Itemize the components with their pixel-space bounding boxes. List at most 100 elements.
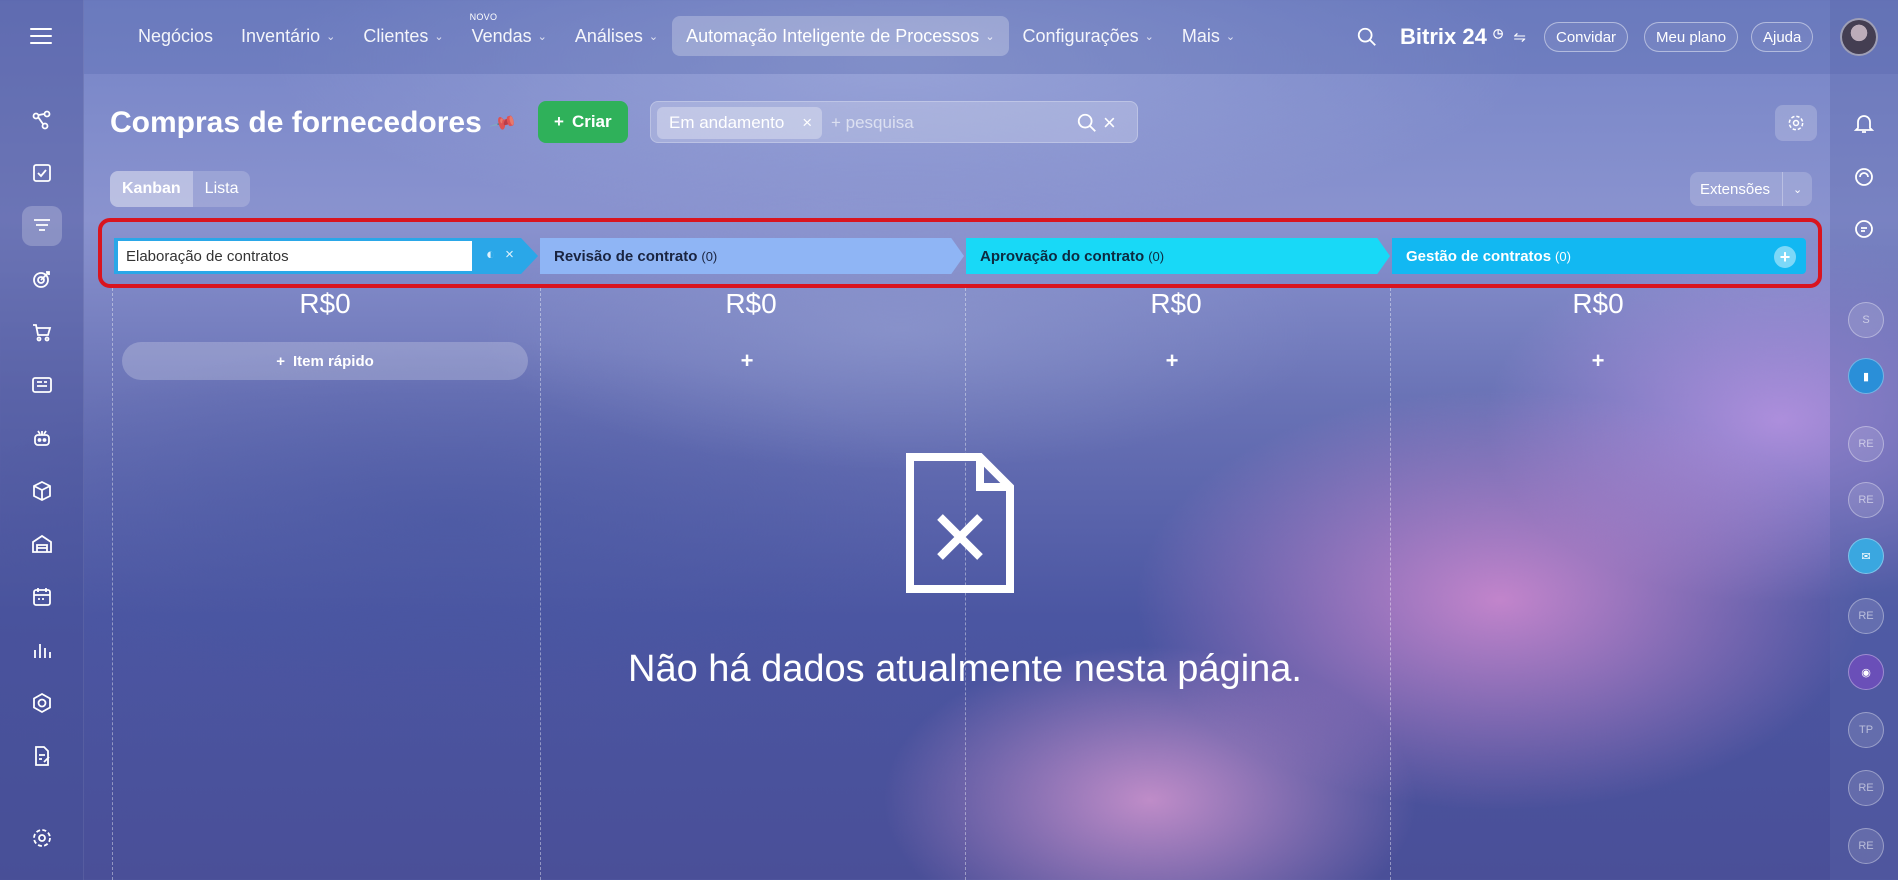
nav-mais[interactable]: Mais ⌄ [1168, 16, 1249, 56]
stage-elaboracao[interactable]: ◐ × [114, 238, 538, 274]
my-plan-button[interactable]: Meu plano [1644, 22, 1739, 52]
clock-icon: ◷ [1492, 26, 1504, 40]
quick-item-label: Item rápido [292, 352, 374, 370]
main-nav: Negócios Inventário ⌄ Clientes ⌄ NOVO Venda… [124, 12, 1249, 56]
chevron-down-icon: ⌄ [537, 30, 547, 43]
add-stage-button[interactable]: + [1774, 246, 1796, 268]
contact-avatar[interactable]: RE [1848, 598, 1884, 634]
column-divider [540, 288, 541, 880]
contact-avatar[interactable]: RE [1848, 770, 1884, 806]
page-title-text: Compras de fornecedores [110, 106, 482, 139]
stage-aprovacao[interactable]: Aprovação do contrato (0) [966, 238, 1390, 274]
color-picker-icon[interactable]: ◐ [486, 246, 495, 263]
nav-configuracoes[interactable]: Configurações ⌄ [1009, 16, 1168, 56]
add-item-plus[interactable]: + [737, 348, 757, 374]
add-item-plus[interactable]: + [1588, 348, 1608, 374]
bell-icon[interactable] [1847, 106, 1881, 140]
chevron-down-icon: ⌄ [648, 30, 659, 43]
stage-edit-actions: ◐ × [486, 246, 514, 263]
gear-icon [1788, 115, 1804, 131]
brand-name: Bitrix 24 [1400, 24, 1487, 49]
help-button[interactable]: Ajuda [1751, 22, 1814, 52]
search-icon[interactable] [1356, 26, 1378, 48]
tune-icon[interactable]: ⇋ [1513, 28, 1526, 46]
add-item-plus[interactable]: + [1162, 348, 1182, 374]
gear-icon[interactable] [22, 818, 62, 858]
stage-name-input[interactable] [118, 241, 472, 271]
tab-list[interactable]: Lista [193, 171, 251, 207]
filter-chip[interactable]: Em andamento × [657, 107, 823, 139]
contact-avatar[interactable]: RE [1848, 426, 1884, 462]
chevron-down-icon: ⌄ [326, 30, 336, 43]
stage-gestao[interactable]: Gestão de contratos (0) + [1392, 238, 1806, 274]
column-sum: R$0 [299, 288, 351, 319]
copilot-icon[interactable] [1847, 160, 1881, 194]
stage-revisao[interactable]: Revisão de contrato (0) [540, 238, 964, 274]
create-button[interactable]: + Criar [538, 101, 628, 143]
nav-label: Vendas [471, 25, 532, 46]
filter-search-box[interactable]: Em andamento × × [650, 101, 1138, 143]
contact-avatar[interactable]: RE [1848, 828, 1884, 864]
nav-clientes[interactable]: Clientes ⌄ [349, 16, 457, 56]
plus-icon: + [554, 112, 564, 131]
stage-count: (0) [1555, 248, 1571, 264]
plus-icon: + [276, 352, 285, 370]
chat-bubble-icon[interactable]: ✉ [1848, 538, 1884, 574]
right-sidebar: S ▮ RE RE ✉ RE ◉ TP RE RE [1830, 0, 1898, 880]
news-icon[interactable] [22, 365, 62, 405]
nav-label: Automação Inteligente de Processos [686, 25, 980, 46]
settings-button[interactable] [1775, 105, 1817, 141]
warehouse-icon[interactable] [22, 524, 62, 564]
search-icon[interactable] [1076, 112, 1098, 134]
calendar-icon[interactable] [22, 577, 62, 617]
empty-state-message: Não há dados atualmente nesta página. [628, 648, 1302, 690]
chevron-down-icon[interactable]: ⌄ [1782, 172, 1812, 206]
stage-name: Gestão de contratos [1406, 247, 1552, 265]
nav-inventario[interactable]: Inventário ⌄ [227, 16, 349, 56]
page-title: Compras de fornecedores 📌 [110, 106, 518, 140]
view-switcher: Kanban Lista [110, 171, 251, 207]
chevron-down-icon: ⌄ [1225, 30, 1236, 43]
target-icon[interactable] [22, 259, 62, 299]
nav-vendas[interactable]: NOVO Vendas ⌄ [458, 12, 561, 56]
menu-burger-icon[interactable] [30, 28, 52, 44]
nav-automacao[interactable]: Automação Inteligente de Processos ⌄ [672, 16, 1009, 56]
close-icon[interactable]: × [505, 246, 514, 263]
chat-search-icon[interactable] [1847, 212, 1881, 246]
box-icon[interactable] [22, 471, 62, 511]
search-input[interactable] [831, 108, 1041, 138]
robot-icon[interactable] [22, 418, 62, 458]
extensions-button[interactable]: Extensões ⌄ [1690, 172, 1813, 206]
nav-negocios[interactable]: Negócios [124, 16, 227, 56]
quick-item-button[interactable]: + Item rápido [122, 342, 528, 380]
bookmark-icon[interactable]: ▮ [1848, 358, 1884, 394]
document-sign-icon[interactable] [22, 736, 62, 776]
nav-label: Negócios [138, 25, 214, 46]
column-divider [1390, 288, 1391, 880]
nav-analises[interactable]: Análises ⌄ [561, 16, 672, 56]
extensions-label: Extensões [1700, 180, 1771, 198]
create-label: Criar [571, 112, 612, 131]
stages-highlight: ◐ × Revisão de contrato(0) Aprovação do … [98, 218, 1822, 288]
funnel-icon[interactable] [22, 206, 62, 246]
task-check-icon[interactable] [22, 153, 62, 193]
chevron-down-icon: ⌄ [434, 30, 444, 43]
contact-avatar[interactable]: S [1848, 302, 1884, 338]
cart-icon[interactable] [22, 312, 62, 352]
brand-logo[interactable]: Bitrix 24 ◷ ⇋ [1400, 24, 1526, 50]
column-sum: R$0 [1572, 288, 1624, 319]
column-sum: R$0 [1150, 288, 1202, 319]
column-sum: R$0 [725, 288, 777, 319]
contact-avatar[interactable]: RE [1848, 482, 1884, 518]
flow-icon[interactable] [22, 100, 62, 140]
tab-kanban[interactable]: Kanban [110, 171, 193, 207]
clear-icon[interactable]: × [1103, 110, 1116, 136]
stage-count: (0) [701, 248, 718, 264]
invite-button[interactable]: Convidar [1544, 22, 1629, 52]
left-sidebar [0, 0, 84, 880]
empty-document-icon [906, 453, 1014, 593]
pin-icon[interactable]: 📌 [488, 108, 518, 137]
close-icon[interactable]: × [802, 113, 812, 133]
contact-avatar[interactable]: TP [1848, 712, 1884, 748]
filter-chip-label: Em andamento [669, 113, 785, 132]
